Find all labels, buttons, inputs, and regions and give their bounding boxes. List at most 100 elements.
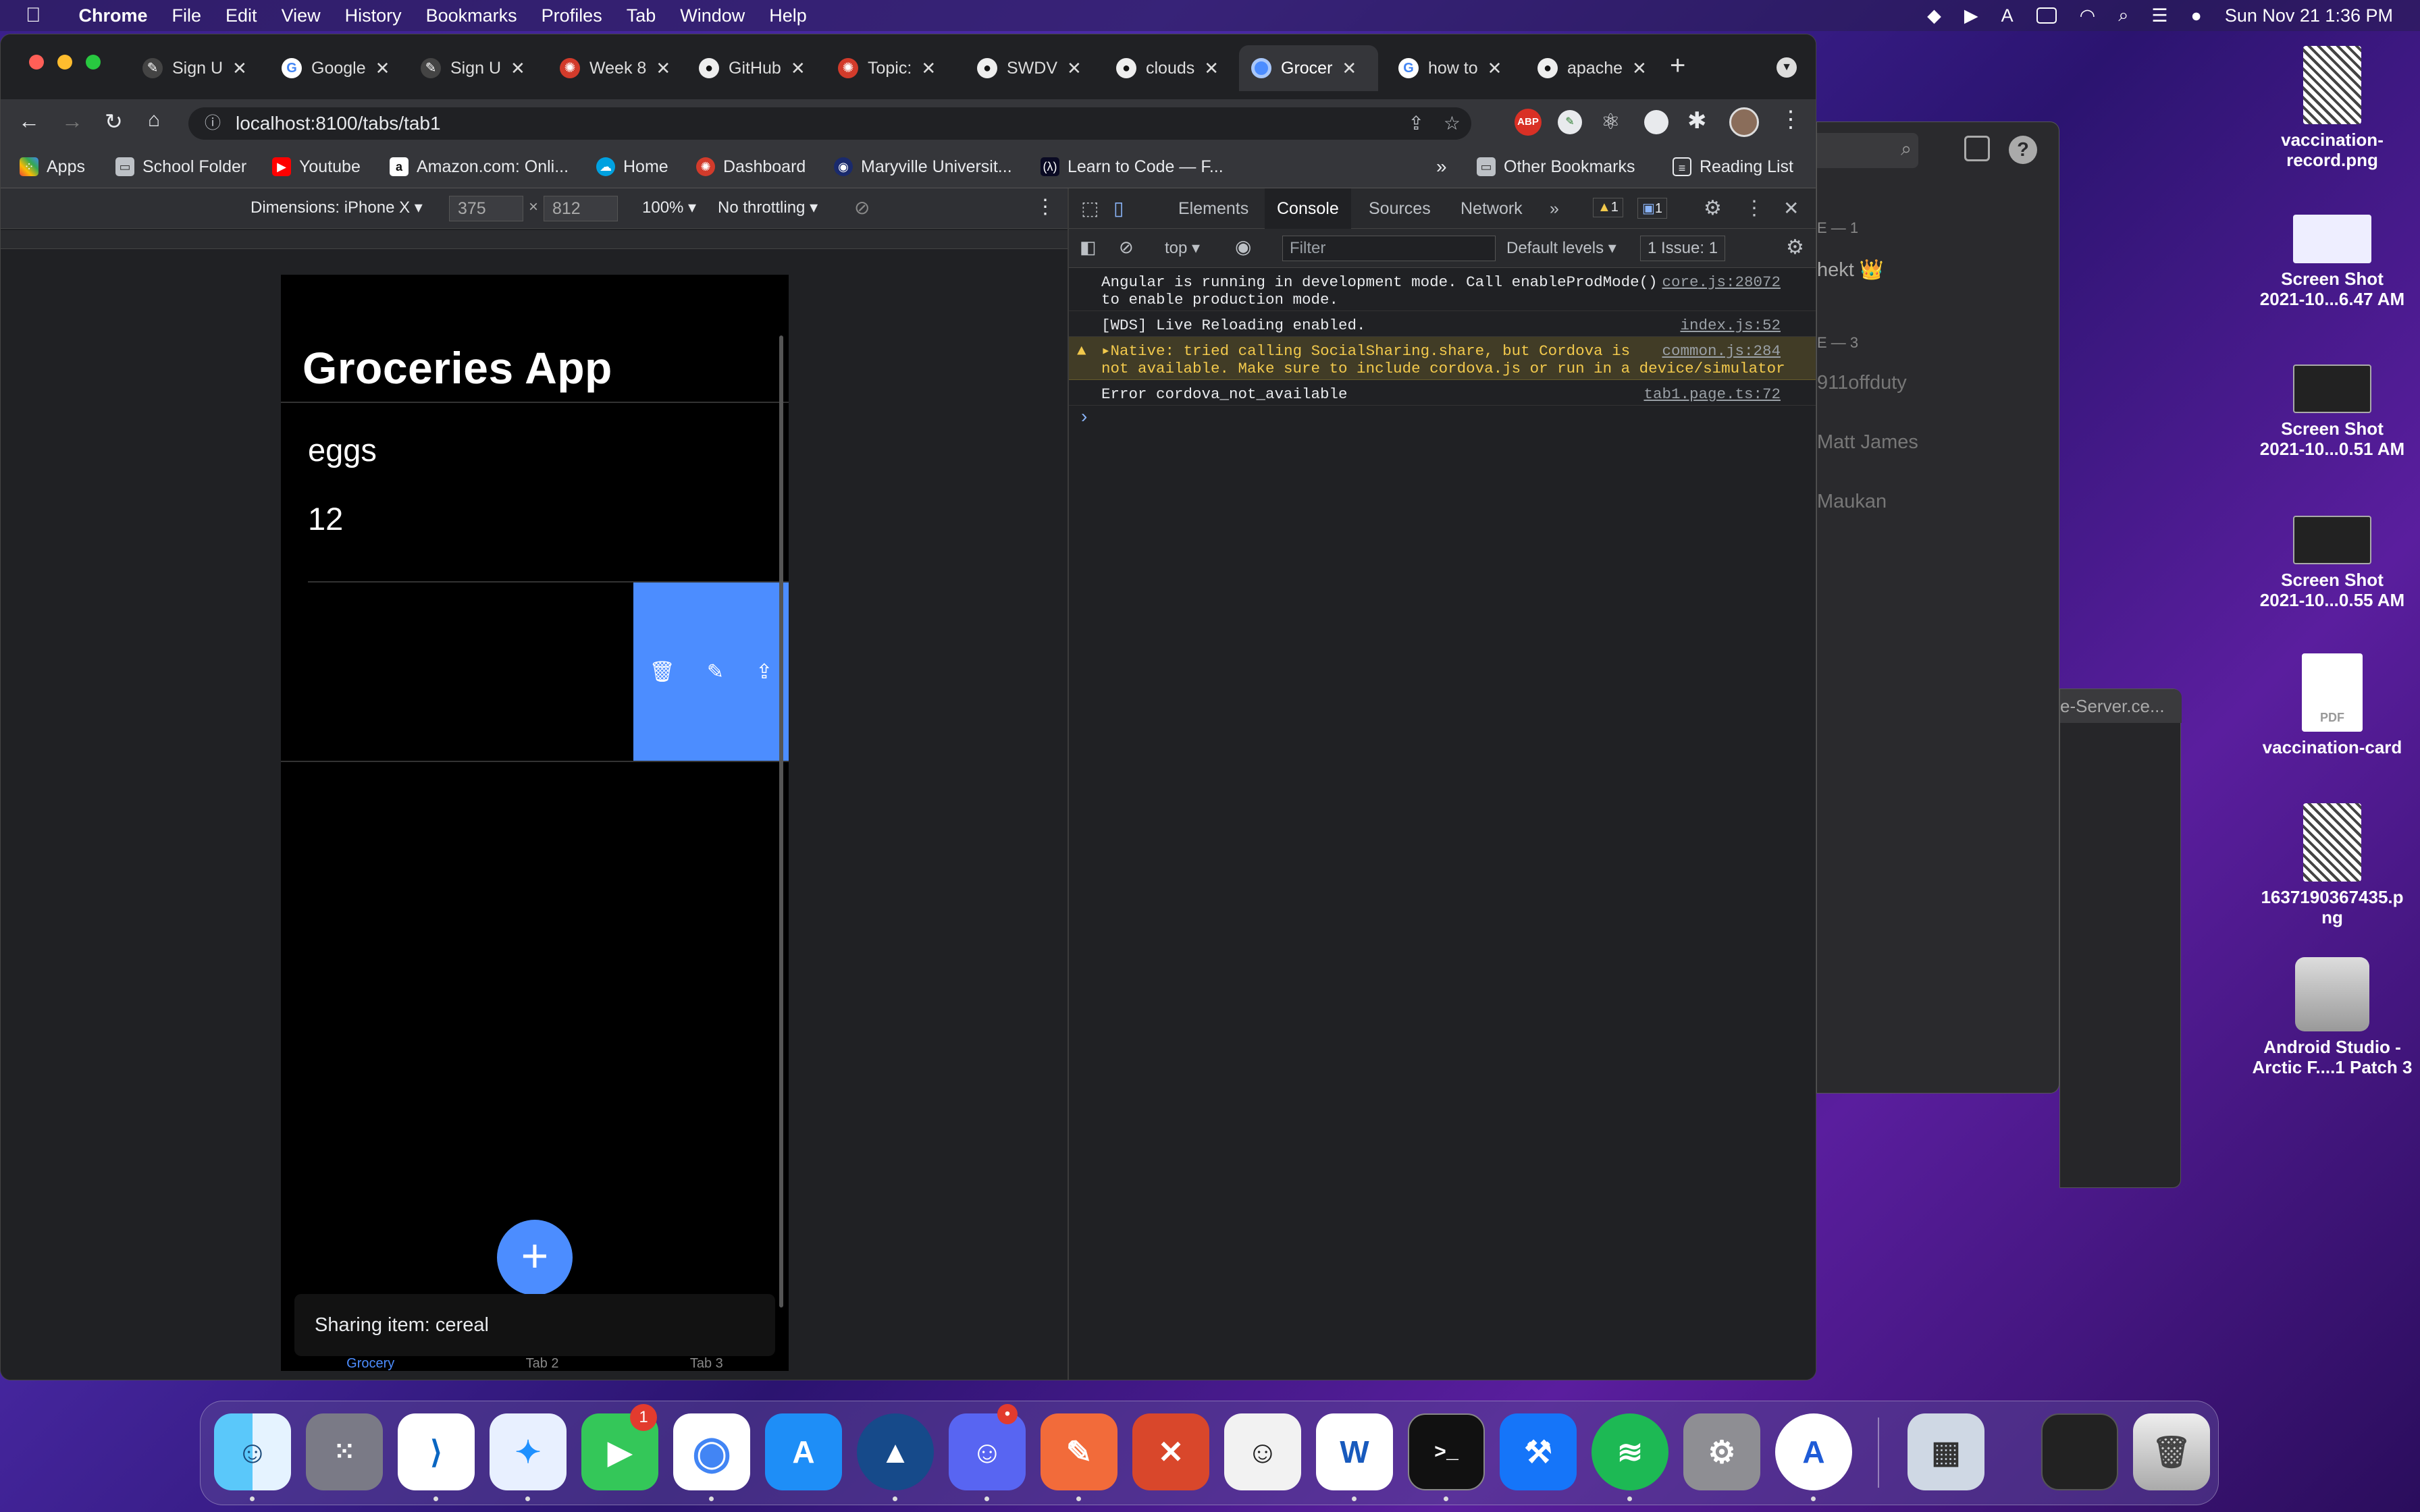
menu-profiles[interactable]: Profiles — [542, 5, 602, 26]
control-center-icon[interactable]: ☰ — [2151, 5, 2167, 26]
word-icon[interactable]: W — [1316, 1413, 1393, 1490]
tab-active[interactable]: Grocer ✕ — [1239, 45, 1378, 91]
new-tab-icon[interactable]: + — [1670, 51, 1685, 81]
console-source-link[interactable]: tab1.page.ts:72 — [1643, 385, 1781, 403]
more-tabs[interactable]: » — [1550, 188, 1559, 229]
screenshot-icon[interactable] — [2041, 1413, 2118, 1490]
close-icon[interactable]: ✕ — [1783, 188, 1799, 229]
chrome-icon[interactable]: ◉ — [673, 1413, 750, 1490]
console-line[interactable]: [WDS] Live Reloading enabled. index.js:52 — [1069, 311, 1816, 337]
safari-icon[interactable]: ✦ — [490, 1413, 567, 1490]
tab[interactable]: ✺ Topic: ✕ — [826, 45, 953, 91]
home-icon[interactable]: ⌂ — [148, 109, 160, 132]
close-tab-icon[interactable]: ✕ — [510, 58, 525, 79]
extensions-puzzle-icon[interactable]: ✱ — [1687, 107, 1707, 134]
bookmark[interactable]: (λ) Learn to Code — F... — [1041, 155, 1224, 179]
tab[interactable]: ✎ Sign U ✕ — [409, 45, 535, 91]
device-select[interactable]: Dimensions: iPhone X ▾ — [251, 198, 423, 217]
bookmark[interactable]: ✺ Dashboard — [696, 155, 806, 179]
levels-select[interactable]: Default levels ▾ — [1506, 238, 1616, 258]
bookmark-star-icon[interactable]: ☆ — [1444, 107, 1461, 140]
item-quantity[interactable]: 12 — [308, 500, 343, 537]
terminal-icon[interactable]: >_ — [1408, 1413, 1485, 1490]
system-prefs-icon[interactable]: ⚙ — [1683, 1413, 1760, 1490]
console-source-link[interactable]: common.js:284 — [1662, 342, 1781, 360]
menu-bookmarks[interactable]: Bookmarks — [426, 5, 517, 26]
desktop-file[interactable]: 1637190367435.p ng — [2244, 803, 2420, 927]
warning-count[interactable]: ▲1 — [1593, 198, 1623, 217]
share-icon[interactable]: ⇪ — [756, 660, 772, 684]
preview-icon[interactable]: ▦ — [1908, 1413, 1984, 1490]
help-icon[interactable]: ? — [2009, 136, 2037, 164]
tab-grocery[interactable]: Grocery — [346, 1356, 394, 1371]
desktop-file[interactable]: Screen Shot 2021-10...0.51 AM — [2244, 364, 2420, 459]
bookmark[interactable]: a Amazon.com: Onli... — [390, 155, 569, 179]
battery-icon[interactable] — [2036, 7, 2057, 24]
bookmark[interactable]: ☁ Home — [596, 155, 668, 179]
tab[interactable]: ● clouds ✕ — [1104, 45, 1231, 91]
extension-icon[interactable] — [1644, 110, 1668, 134]
paw-icon[interactable]: ✎ — [1041, 1413, 1117, 1490]
console-prompt[interactable]: › — [1081, 406, 1087, 427]
settings-gear-icon[interactable]: ⚙ — [1704, 188, 1722, 229]
console-warning[interactable]: ▲ ▸Native: tried calling SocialSharing.sh… — [1069, 337, 1816, 380]
tab[interactable]: ✎ Sign U ✕ — [130, 45, 257, 91]
close-tab-icon[interactable]: ✕ — [232, 58, 247, 79]
close-tab-icon[interactable]: ✕ — [1067, 58, 1082, 79]
vscode-icon[interactable]: ⟩ — [398, 1413, 475, 1490]
reading-list[interactable]: ≡ Reading List — [1673, 155, 1793, 179]
edit-icon[interactable]: ✎ — [707, 660, 724, 684]
context-select[interactable]: top ▾ — [1165, 238, 1200, 258]
add-item-button[interactable]: + — [497, 1220, 573, 1295]
zoom-window-button[interactable] — [86, 55, 101, 70]
device-width-input[interactable]: 375 — [449, 196, 523, 221]
device-toggle-icon[interactable]: ▯ — [1113, 188, 1124, 229]
instruments-icon[interactable]: A — [1775, 1413, 1852, 1490]
throttle-select[interactable]: No throttling ▾ — [718, 198, 818, 217]
desktop-file[interactable]: PDF vaccination-card — [2244, 653, 2420, 757]
bookmark[interactable]: ◉ Maryville Universit... — [834, 155, 1012, 179]
tab-console[interactable]: Console — [1265, 188, 1351, 229]
extension-icon[interactable]: ✎ — [1558, 110, 1582, 134]
info-icon[interactable]: ⓘ — [205, 107, 221, 140]
clock[interactable]: Sun Nov 21 1:36 PM — [2225, 5, 2393, 26]
siri-icon[interactable]: ● — [2191, 5, 2202, 26]
close-tab-icon[interactable]: ✕ — [1632, 58, 1647, 79]
console-source-link[interactable]: index.js:52 — [1680, 317, 1781, 334]
tab-2[interactable]: Tab 2 — [526, 1356, 559, 1371]
message-count[interactable]: ▣1 — [1637, 198, 1668, 219]
tab[interactable]: Ghow to ✕ — [1386, 45, 1513, 91]
address-bar[interactable]: ⓘ localhost:8100/tabs/tab1 ⇪ ☆ — [188, 107, 1471, 140]
menu-file[interactable]: File — [172, 5, 202, 26]
menu-help[interactable]: Help — [769, 5, 807, 26]
bookmark-folder[interactable]: ▭ School Folder — [115, 155, 246, 179]
tab-network[interactable]: Network — [1461, 188, 1523, 229]
close-tab-icon[interactable]: ✕ — [1342, 58, 1357, 79]
back-icon[interactable]: ← — [18, 109, 40, 134]
bookmark[interactable]: ▶ Youtube — [272, 155, 361, 179]
close-tab-icon[interactable]: ✕ — [1488, 58, 1502, 79]
minimize-window-button[interactable] — [57, 55, 72, 70]
other-bookmarks[interactable]: ▭ Other Bookmarks — [1477, 155, 1635, 179]
appstore-icon[interactable]: A — [765, 1413, 842, 1490]
tab[interactable]: G Google ✕ — [269, 45, 396, 91]
close-tab-icon[interactable]: ✕ — [921, 58, 936, 79]
apple-menu-icon[interactable]:  — [26, 4, 41, 27]
sidebar-toggle-icon[interactable]: ◧ — [1080, 237, 1097, 258]
wifi-icon[interactable]: ◠ — [2080, 5, 2096, 26]
inbox-icon[interactable] — [1964, 136, 1990, 161]
trash-icon[interactable]: 🗑 — [2133, 1413, 2210, 1490]
xcode-icon[interactable]: ⚒ — [1500, 1413, 1577, 1490]
react-devtools-icon[interactable]: ⚛ — [1601, 109, 1621, 134]
tab[interactable]: ● SWDV ✕ — [965, 45, 1092, 91]
more-options-icon[interactable]: ⋮ — [1035, 195, 1055, 219]
console-source-link[interactable]: core.js:28072 — [1662, 273, 1781, 291]
memoji-icon[interactable]: ☺ — [1224, 1413, 1301, 1490]
issues-button[interactable]: 1 Issue: 1 — [1640, 236, 1726, 261]
menu-tab[interactable]: Tab — [627, 5, 656, 26]
discord-icon[interactable]: ☺ — [949, 1413, 1026, 1490]
console-line[interactable]: Error cordova_not_available tab1.page.ts:… — [1069, 380, 1816, 406]
desktop-file[interactable]: vaccination- record.png — [2244, 46, 2420, 170]
clear-console-icon[interactable]: ⊘ — [1119, 237, 1134, 258]
close-tab-icon[interactable]: ✕ — [1204, 58, 1219, 79]
